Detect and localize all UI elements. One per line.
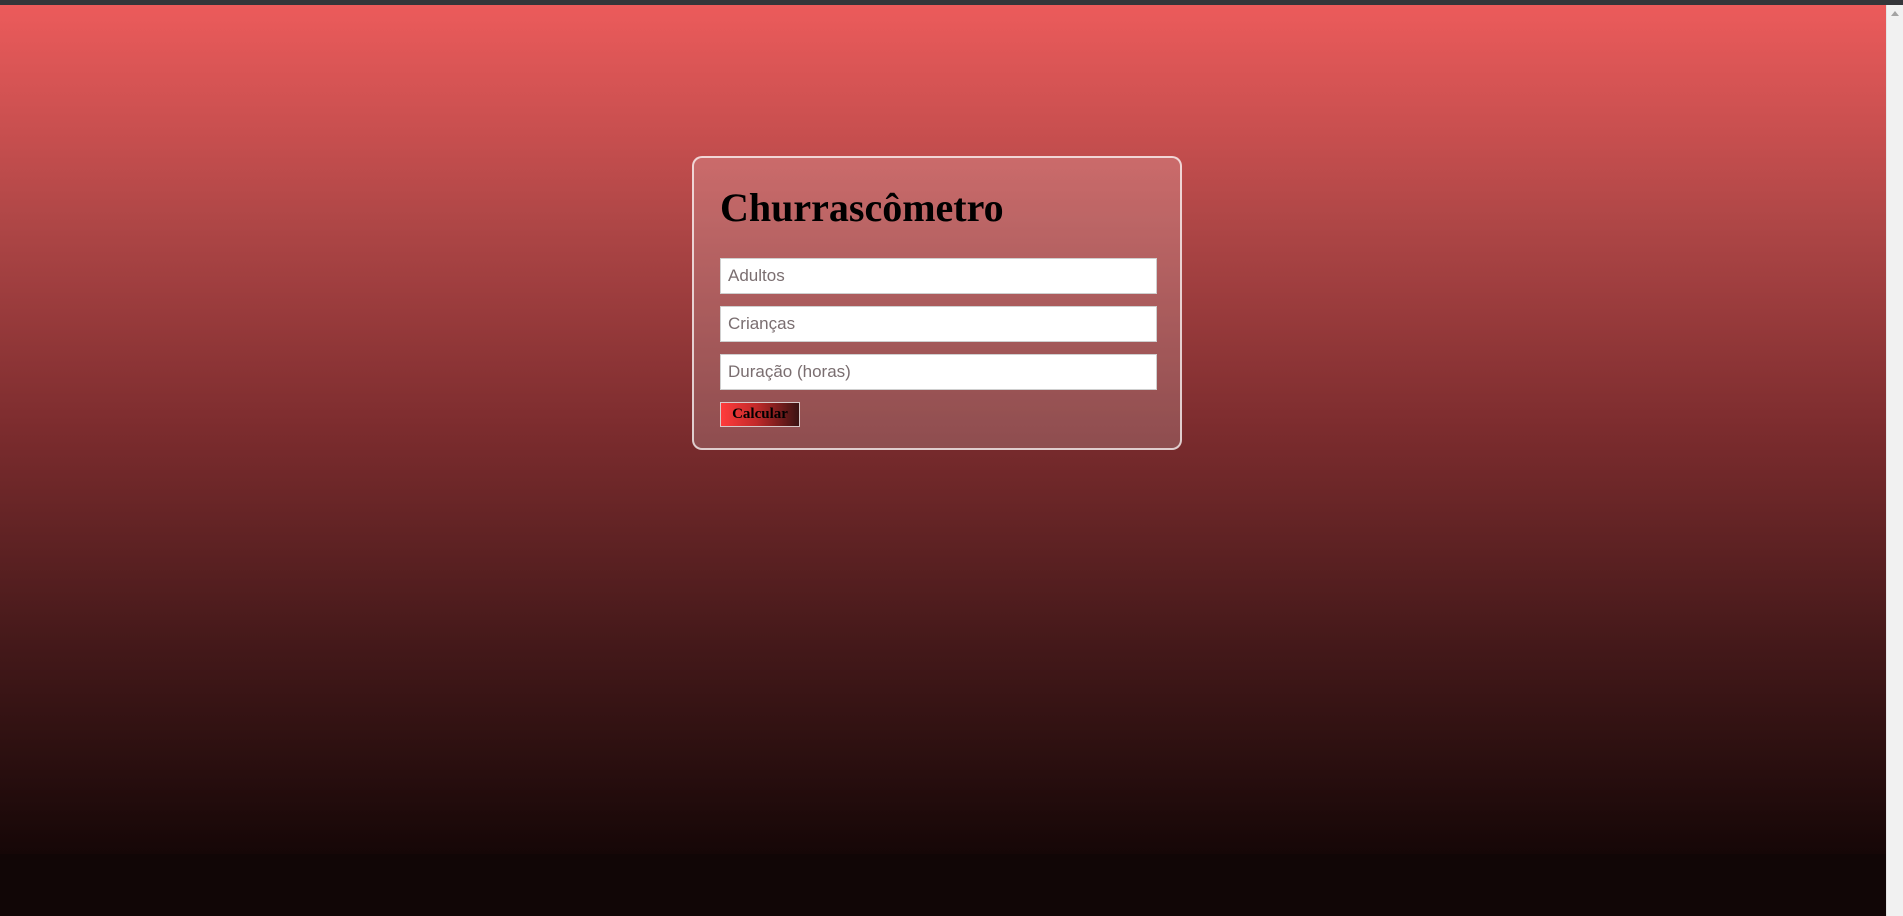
page-footer-band (0, 854, 1886, 916)
duration-input[interactable] (720, 354, 1157, 390)
scroll-up-arrow-icon[interactable] (1891, 11, 1899, 16)
calculator-card: Churrascômetro Calcular (692, 156, 1182, 450)
adults-input[interactable] (720, 258, 1157, 294)
children-input[interactable] (720, 306, 1157, 342)
calculate-button[interactable]: Calcular (720, 402, 800, 427)
page-title: Churrascômetro (720, 185, 1004, 230)
vertical-scrollbar[interactable] (1886, 5, 1903, 916)
